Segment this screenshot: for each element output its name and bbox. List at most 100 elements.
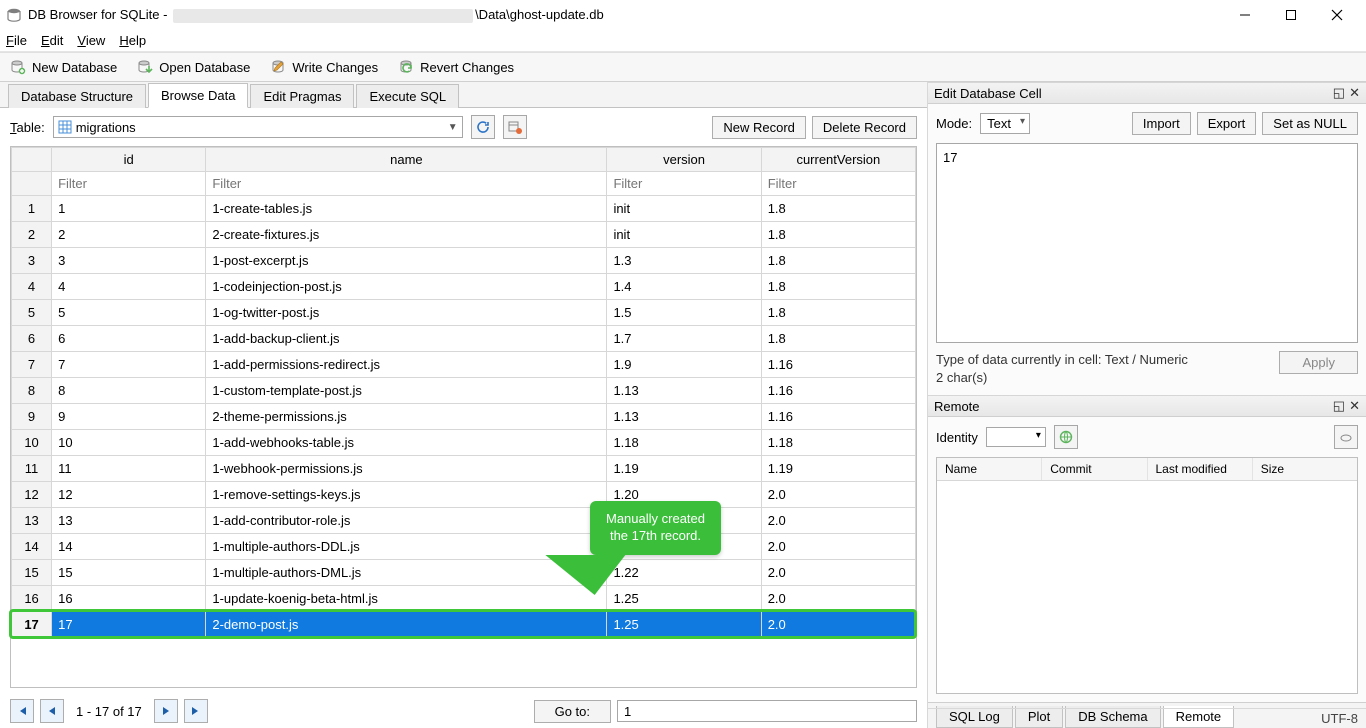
cell-name[interactable]: 2-demo-post.js	[206, 612, 607, 638]
table-row[interactable]: 771-add-permissions-redirect.js1.91.16	[12, 352, 916, 378]
row-number[interactable]: 7	[12, 352, 52, 378]
cell-value-textarea[interactable]	[936, 143, 1358, 343]
cell-id[interactable]: 3	[52, 248, 206, 274]
open-database-button[interactable]: Open Database	[137, 59, 250, 75]
cell-currentVersion[interactable]: 2.0	[761, 508, 915, 534]
filter-currentversion[interactable]	[762, 172, 915, 195]
table-row[interactable]: 992-theme-permissions.js1.131.16	[12, 404, 916, 430]
remote-dock-header[interactable]: Remote ◱✕	[928, 395, 1366, 417]
push-remote-button[interactable]	[1334, 425, 1358, 449]
tab-execute-sql[interactable]: Execute SQL	[356, 84, 459, 108]
cell-version[interactable]: 1.25	[607, 586, 761, 612]
row-number[interactable]: 4	[12, 274, 52, 300]
cell-id[interactable]: 17	[52, 612, 206, 638]
undock-icon[interactable]: ◱	[1333, 398, 1345, 414]
table-row[interactable]: 661-add-backup-client.js1.71.8	[12, 326, 916, 352]
cell-currentVersion[interactable]: 2.0	[761, 534, 915, 560]
cell-version[interactable]: 1.20	[607, 482, 761, 508]
col-currentversion[interactable]: currentVersion	[761, 148, 915, 172]
cell-version[interactable]: 1.4	[607, 274, 761, 300]
filter-name[interactable]	[206, 172, 606, 195]
cell-name[interactable]: 1-og-twitter-post.js	[206, 300, 607, 326]
cell-id[interactable]: 12	[52, 482, 206, 508]
cell-version[interactable]: 1.22	[607, 560, 761, 586]
cell-name[interactable]: 1-post-excerpt.js	[206, 248, 607, 274]
row-number[interactable]: 3	[12, 248, 52, 274]
cell-name[interactable]: 1-add-webhooks-table.js	[206, 430, 607, 456]
clear-filters-button[interactable]	[503, 115, 527, 139]
table-row[interactable]: 222-create-fixtures.jsinit1.8	[12, 222, 916, 248]
cell-currentVersion[interactable]: 1.19	[761, 456, 915, 482]
cell-currentVersion[interactable]: 1.8	[761, 222, 915, 248]
cell-currentVersion[interactable]: 1.16	[761, 352, 915, 378]
row-number[interactable]: 5	[12, 300, 52, 326]
cell-name[interactable]: 2-create-fixtures.js	[206, 222, 607, 248]
cell-version[interactable]: 1.13	[607, 378, 761, 404]
cell-version[interactable]: 1.13	[607, 404, 761, 430]
cell-currentVersion[interactable]: 2.0	[761, 612, 915, 638]
cell-id[interactable]: 2	[52, 222, 206, 248]
table-row[interactable]: 16161-update-koenig-beta-html.js1.252.0	[12, 586, 916, 612]
table-select[interactable]: migrations ▼	[53, 116, 463, 138]
row-number[interactable]: 6	[12, 326, 52, 352]
cell-id[interactable]: 8	[52, 378, 206, 404]
row-number[interactable]: 9	[12, 404, 52, 430]
cell-version[interactable]: init	[607, 196, 761, 222]
revert-changes-button[interactable]: Revert Changes	[398, 59, 514, 75]
set-null-button[interactable]: Set as NULL	[1262, 112, 1358, 135]
import-button[interactable]: Import	[1132, 112, 1191, 135]
cell-currentVersion[interactable]: 2.0	[761, 560, 915, 586]
cell-currentVersion[interactable]: 1.16	[761, 404, 915, 430]
refresh-remote-button[interactable]	[1054, 425, 1078, 449]
tab-browse-data[interactable]: Browse Data	[148, 83, 248, 108]
cell-currentVersion[interactable]: 1.16	[761, 378, 915, 404]
table-row[interactable]: 111-create-tables.jsinit1.8	[12, 196, 916, 222]
cell-id[interactable]: 9	[52, 404, 206, 430]
cell-id[interactable]: 15	[52, 560, 206, 586]
row-number[interactable]: 11	[12, 456, 52, 482]
row-number[interactable]: 12	[12, 482, 52, 508]
goto-button[interactable]: Go to:	[534, 700, 611, 723]
cell-id[interactable]: 6	[52, 326, 206, 352]
undock-icon[interactable]: ◱	[1333, 85, 1345, 101]
cell-name[interactable]: 1-create-tables.js	[206, 196, 607, 222]
cell-id[interactable]: 16	[52, 586, 206, 612]
close-button[interactable]	[1314, 0, 1360, 30]
new-record-button[interactable]: New Record	[712, 116, 806, 139]
table-row[interactable]: 331-post-excerpt.js1.31.8	[12, 248, 916, 274]
cell-name[interactable]: 1-webhook-permissions.js	[206, 456, 607, 482]
maximize-button[interactable]	[1268, 0, 1314, 30]
row-number[interactable]: 16	[12, 586, 52, 612]
cell-version[interactable]: 1.18	[607, 430, 761, 456]
cell-currentVersion[interactable]: 1.8	[761, 274, 915, 300]
cell-currentVersion[interactable]: 1.8	[761, 300, 915, 326]
cell-version[interactable]: 1.3	[607, 248, 761, 274]
export-button[interactable]: Export	[1197, 112, 1257, 135]
prev-page-button[interactable]	[40, 699, 64, 723]
row-number[interactable]: 13	[12, 508, 52, 534]
data-grid[interactable]: id name version currentVersion	[10, 146, 917, 688]
table-row[interactable]: 15151-multiple-authors-DML.js1.222.0	[12, 560, 916, 586]
first-page-button[interactable]	[10, 699, 34, 723]
cell-version[interactable]: 1.22	[607, 534, 761, 560]
table-row[interactable]: 11111-webhook-permissions.js1.191.19	[12, 456, 916, 482]
row-number[interactable]: 1	[12, 196, 52, 222]
cell-name[interactable]: 1-add-contributor-role.js	[206, 508, 607, 534]
cell-currentVersion[interactable]: 1.8	[761, 248, 915, 274]
menu-view[interactable]: View	[77, 33, 105, 48]
apply-button[interactable]: Apply	[1279, 351, 1358, 374]
cell-id[interactable]: 11	[52, 456, 206, 482]
col-name[interactable]: name	[206, 148, 607, 172]
row-number[interactable]: 17	[12, 612, 52, 638]
cell-id[interactable]: 10	[52, 430, 206, 456]
cell-id[interactable]: 13	[52, 508, 206, 534]
identity-dropdown[interactable]	[986, 427, 1046, 447]
cell-name[interactable]: 2-theme-permissions.js	[206, 404, 607, 430]
table-row[interactable]: 10101-add-webhooks-table.js1.181.18	[12, 430, 916, 456]
row-number[interactable]: 14	[12, 534, 52, 560]
close-dock-icon[interactable]: ✕	[1349, 398, 1360, 414]
cell-currentVersion[interactable]: 2.0	[761, 586, 915, 612]
cell-currentVersion[interactable]: 1.18	[761, 430, 915, 456]
cell-version[interactable]: 1.19	[607, 456, 761, 482]
cell-currentVersion[interactable]: 2.0	[761, 482, 915, 508]
